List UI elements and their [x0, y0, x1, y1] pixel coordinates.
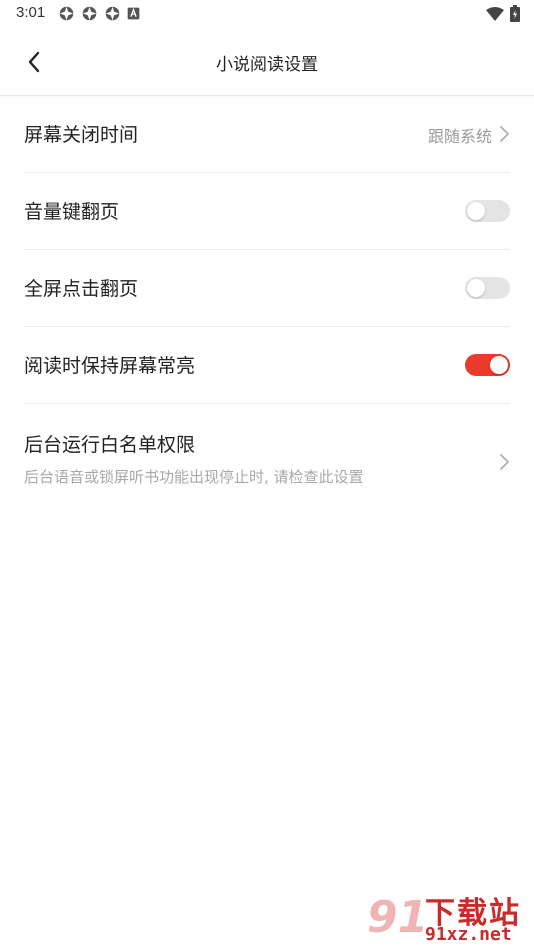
wifi-icon — [486, 6, 504, 21]
nav-bar: 小说阅读设置 — [0, 28, 534, 96]
setting-label: 全屏点击翻页 — [24, 278, 139, 300]
setting-value: 跟随系统 — [427, 127, 492, 146]
chevron-right-icon — [500, 454, 509, 470]
app-notification-icon — [82, 6, 97, 21]
toggle-knob — [467, 279, 485, 297]
watermark-logo: 91 — [367, 892, 429, 943]
toggle-knob — [467, 202, 485, 220]
status-time: 3:01 — [16, 4, 46, 21]
volume-key-toggle[interactable] — [465, 200, 510, 222]
setting-label: 屏幕关闭时间 — [24, 124, 139, 146]
full-screen-tap-toggle[interactable] — [465, 277, 510, 299]
page-title: 小说阅读设置 — [216, 55, 318, 75]
battery-icon — [510, 5, 520, 22]
keep-screen-on-toggle[interactable] — [465, 354, 510, 376]
setting-screen-off-time[interactable]: 屏幕关闭时间 跟随系统 — [24, 96, 510, 173]
chevron-right-icon — [500, 126, 509, 142]
app-notification-icon — [105, 6, 120, 21]
app-notification-icon — [59, 6, 74, 21]
setting-background-whitelist[interactable]: 后台运行白名单权限 后台语音或锁屏听书功能出现停止时, 请检查此设置 — [24, 404, 510, 494]
notification-icons — [58, 5, 140, 22]
setting-subtitle: 后台语音或锁屏听书功能出现停止时, 请检查此设置 — [24, 468, 364, 486]
status-bar: 3:01 — [0, 0, 534, 28]
setting-keep-screen-on: 阅读时保持屏幕常亮 — [24, 327, 510, 404]
watermark-url: 91xz.net — [425, 924, 512, 945]
settings-list: 屏幕关闭时间 跟随系统 音量键翻页 全屏点击翻页 阅读时保持屏幕常亮 后台运行白… — [0, 96, 534, 494]
setting-label: 后台运行白名单权限 — [24, 434, 196, 456]
text-a-icon — [127, 7, 140, 20]
watermark: 91 下载站 91xz.net — [359, 888, 534, 950]
setting-label: 音量键翻页 — [24, 201, 120, 223]
setting-label: 阅读时保持屏幕常亮 — [24, 355, 196, 377]
system-icons — [486, 5, 520, 22]
setting-full-screen-tap: 全屏点击翻页 — [24, 250, 510, 327]
toggle-knob — [490, 356, 508, 374]
setting-volume-key-page: 音量键翻页 — [24, 173, 510, 250]
